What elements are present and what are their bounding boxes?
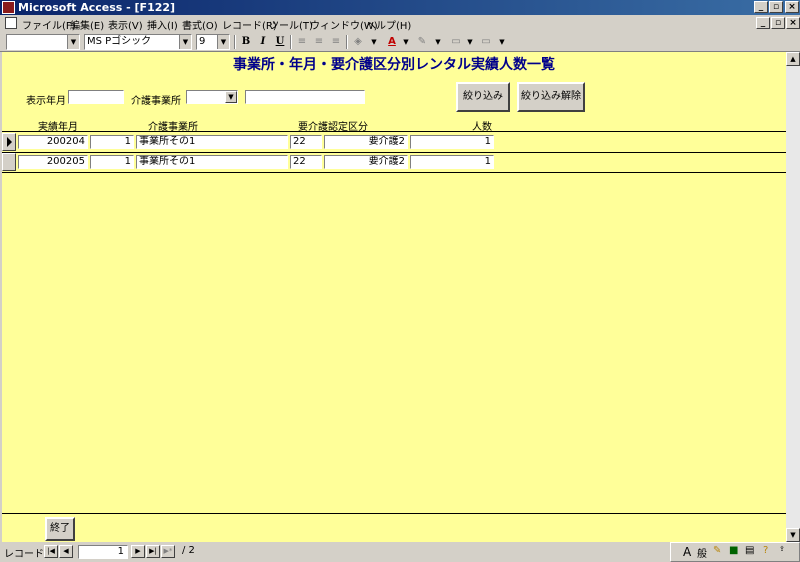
care-name-cell[interactable]: 要介護2 [324, 155, 408, 169]
font-name-value: MS Pゴシック [87, 36, 152, 47]
align-left-icon[interactable]: ≡ [294, 35, 310, 49]
help-icon[interactable]: ? [763, 545, 768, 556]
office-code-cell[interactable]: 1 [90, 135, 134, 149]
last-record-icon[interactable]: ▶| [146, 545, 160, 558]
care-name-cell[interactable]: 要介護2 [324, 135, 408, 149]
first-record-icon[interactable]: |◀ [44, 545, 58, 558]
scroll-down-icon[interactable]: ▼ [786, 528, 800, 542]
office-name-cell[interactable]: 事業所その1 [136, 155, 288, 169]
bold-button[interactable]: B [238, 35, 254, 49]
conversion-mode-indicator[interactable]: 般 [697, 545, 707, 560]
table-row[interactable]: 200205 1 事業所その1 22 要介護2 1 [2, 152, 786, 172]
vertical-scrollbar[interactable]: ▲ ▼ [786, 52, 800, 542]
current-record-input[interactable]: 1 [78, 545, 128, 559]
chevron-down-icon: ▼ [67, 35, 79, 49]
office-label: 介護事業所 [131, 96, 181, 107]
formatting-toolbar: ▼ MS Pゴシック ▼ 9 ▼ B I U ≡ ≡ ≡ ◈ ▼ A ▼ ✎ ▼ ▭… [0, 32, 800, 52]
next-record-icon[interactable]: ▶ [131, 545, 145, 558]
record-navigation-bar: レコード: |◀ ◀ 1 ▶ ▶| ▶* / 2 [0, 542, 670, 562]
scroll-up-icon[interactable]: ▲ [786, 52, 800, 66]
form-title: 事業所・年月・要介護区分別レンタル実績人数一覧 [233, 57, 555, 73]
care-code-cell[interactable]: 22 [290, 135, 322, 149]
row-divider [2, 172, 786, 173]
form-body: 事業所・年月・要介護区分別レンタル実績人数一覧 表示年月 介護事業所 ▼ 絞り込… [2, 52, 786, 542]
chevron-down-icon[interactable]: ▼ [398, 35, 414, 49]
record-total: / 2 [182, 545, 195, 556]
minimize-icon[interactable]: _ [754, 1, 768, 13]
toolbar-separator [346, 35, 348, 49]
caps-kana-indicator-icon: ⇪ [779, 545, 785, 553]
year-month-cell[interactable]: 200204 [18, 135, 88, 149]
font-name-combo[interactable]: MS Pゴシック ▼ [84, 34, 192, 50]
chevron-down-icon[interactable]: ▼ [430, 35, 446, 49]
ime-language-bar: A 般 ✎ ■ ▤ ? ⇪ [670, 542, 800, 562]
menu-edit[interactable]: 編集(E) [70, 17, 104, 32]
year-month-input[interactable] [68, 90, 124, 104]
count-cell[interactable]: 1 [410, 155, 494, 169]
special-effect-icon[interactable]: ▭ [478, 35, 494, 49]
record-selector[interactable] [2, 153, 16, 171]
dictionary-tool-icon[interactable]: ■ [729, 545, 738, 556]
chevron-down-icon: ▼ [179, 35, 191, 49]
restore-icon[interactable]: ▫ [769, 1, 783, 13]
chevron-down-icon: ▼ [217, 35, 229, 49]
previous-record-icon[interactable]: ◀ [59, 545, 73, 558]
close-icon[interactable]: × [785, 1, 799, 13]
window-title: Microsoft Access - [F122] [18, 1, 176, 14]
chevron-down-icon[interactable]: ▼ [462, 35, 478, 49]
year-month-cell[interactable]: 200205 [18, 155, 88, 169]
underline-button[interactable]: U [272, 35, 288, 49]
chevron-down-icon[interactable]: ▼ [366, 35, 382, 49]
menu-bar: ファイル(F) 編集(E) 表示(V) 挿入(I) 書式(O) レコード(R) … [0, 15, 800, 32]
filter-apply-button[interactable]: 絞り込み [456, 82, 510, 112]
menu-format[interactable]: 書式(O) [182, 17, 218, 32]
filter-clear-button[interactable]: 絞り込み解除 [517, 82, 585, 112]
doc-close-icon[interactable]: × [786, 17, 800, 29]
access-app-icon[interactable] [2, 1, 15, 14]
doc-minimize-icon[interactable]: _ [756, 17, 770, 29]
office-name-field [245, 90, 365, 104]
ime-pad-icon[interactable]: ✎ [713, 545, 721, 556]
current-record-pointer-icon [7, 137, 12, 147]
exit-button[interactable]: 終了 [45, 517, 75, 541]
menu-help[interactable]: ヘルプ(H) [366, 17, 411, 32]
menu-insert[interactable]: 挿入(I) [147, 17, 178, 32]
font-size-value: 9 [199, 36, 206, 47]
record-selector[interactable] [2, 133, 16, 151]
office-name-cell[interactable]: 事業所その1 [136, 135, 288, 149]
count-cell[interactable]: 1 [410, 135, 494, 149]
office-code-combo[interactable]: ▼ [186, 90, 238, 104]
chevron-down-icon[interactable]: ▼ [494, 35, 510, 49]
doc-restore-icon[interactable]: ▫ [771, 17, 785, 29]
align-right-icon[interactable]: ≡ [328, 35, 344, 49]
toolbar-separator [234, 35, 236, 49]
menu-file[interactable]: ファイル(F) [22, 17, 76, 32]
menu-view[interactable]: 表示(V) [108, 17, 143, 32]
align-center-icon[interactable]: ≡ [311, 35, 327, 49]
record-label: レコード: [4, 549, 48, 560]
footer-divider [2, 513, 786, 514]
input-mode-indicator[interactable]: A [683, 545, 691, 559]
new-record-icon[interactable]: ▶* [161, 545, 175, 558]
year-month-label: 表示年月 [26, 96, 66, 107]
properties-icon[interactable]: ▤ [745, 545, 754, 556]
object-combo[interactable]: ▼ [6, 34, 80, 50]
toolbar-separator [290, 35, 292, 49]
chevron-down-icon: ▼ [225, 91, 237, 103]
title-bar: Microsoft Access - [F122] _ ▫ × [0, 0, 800, 15]
menu-tools[interactable]: ツール(T) [269, 17, 313, 32]
line-color-icon[interactable]: ✎ [414, 35, 430, 49]
fill-color-icon[interactable]: ◈ [350, 35, 366, 49]
form-icon[interactable] [5, 17, 17, 29]
office-code-cell[interactable]: 1 [90, 155, 134, 169]
care-code-cell[interactable]: 22 [290, 155, 322, 169]
table-row[interactable]: 200204 1 事業所その1 22 要介護2 1 [2, 132, 786, 152]
font-size-combo[interactable]: 9 ▼ [196, 34, 230, 50]
italic-button[interactable]: I [255, 35, 271, 49]
